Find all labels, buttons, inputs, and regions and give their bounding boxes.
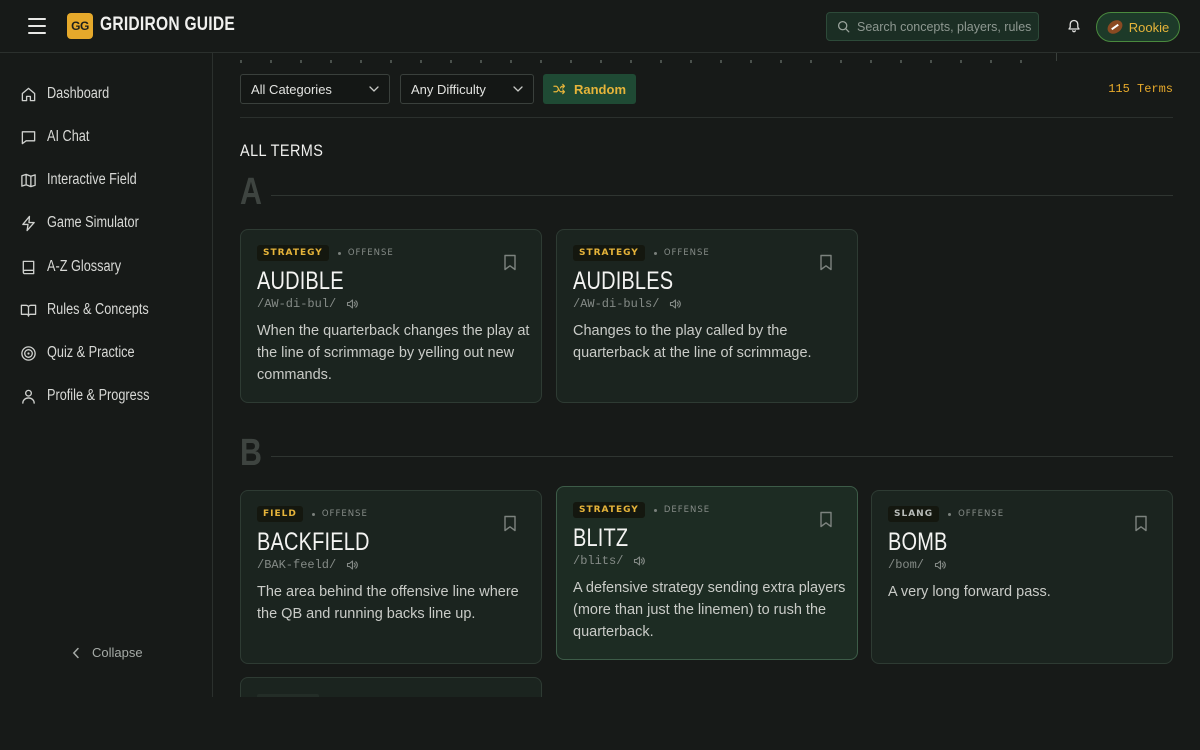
sidebar-item-label: A-Z Glossary: [47, 258, 122, 275]
category-badge: STRATEGY: [573, 502, 645, 518]
random-button[interactable]: Random: [543, 74, 636, 104]
top-bar: GG GRIDIRON GUIDE Rookie: [0, 0, 1200, 53]
lightning-icon: [22, 215, 35, 231]
collapse-label: Collapse: [92, 645, 143, 660]
term-title: BOMB: [888, 528, 948, 556]
brand-name[interactable]: GRIDIRON GUIDE: [100, 14, 235, 36]
category-badge: STRATEGY: [257, 245, 329, 261]
term-definition: A very long forward pass.: [888, 584, 1051, 600]
pronunciation: /BAK-feeld/: [257, 558, 337, 572]
open-book-icon: [20, 304, 37, 317]
sidebar-item-label: AI Chat: [47, 128, 90, 145]
shuffle-icon: [553, 83, 566, 95]
search-input[interactable]: [857, 19, 1037, 34]
term-definition: The area behind the offensive line where…: [257, 584, 519, 622]
term-card[interactable]: STRATEGY OFFENSE AUDIBLES /AW-di-buls/ C…: [556, 229, 858, 403]
sidebar-item-rules-concepts[interactable]: Rules & Concepts: [20, 298, 171, 322]
category-badge: STRATEGY: [573, 245, 645, 261]
letter-heading-b: B: [240, 432, 262, 474]
speaker-icon[interactable]: [346, 298, 359, 310]
bookmark-icon[interactable]: [819, 254, 833, 271]
side-tag: DEFENSE: [663, 505, 711, 515]
term-card-partial[interactable]: [240, 677, 542, 697]
collapse-button[interactable]: Collapse: [72, 645, 143, 660]
divider: [1056, 53, 1057, 61]
sidebar-item-label: Game Simulator: [47, 214, 139, 231]
map-icon: [21, 173, 36, 187]
term-card[interactable]: STRATEGY OFFENSE AUDIBLE /AW-di-bul/ Whe…: [240, 229, 542, 403]
pronunciation: /AW-di-bul/: [257, 297, 337, 311]
category-badge: FIELD: [257, 506, 303, 522]
user-level-label: Rookie: [1128, 19, 1170, 35]
speaker-icon[interactable]: [934, 559, 946, 571]
sidebar-item-label: Quiz & Practice: [47, 344, 135, 361]
speaker-icon[interactable]: [633, 555, 646, 567]
main-content: All Categories Any Difficulty Random 115…: [214, 53, 1200, 697]
category-select[interactable]: All Categories: [240, 74, 390, 104]
side-tag: OFFENSE: [321, 509, 368, 519]
user-icon: [22, 389, 35, 404]
sidebar-item-ai-chat[interactable]: AI Chat: [20, 125, 99, 149]
side-tag: OFFENSE: [958, 509, 1005, 519]
section-title: ALL TERMS: [240, 141, 324, 160]
term-definition: Changes to the play called by the quarte…: [573, 323, 812, 361]
sidebar-item-label: Rules & Concepts: [47, 301, 149, 318]
bell-icon[interactable]: [1066, 18, 1082, 34]
terms-count: 115 Terms: [1108, 82, 1173, 96]
sidebar-item-quiz-practice[interactable]: Quiz & Practice: [20, 341, 154, 365]
logo[interactable]: GG: [67, 13, 93, 39]
menu-icon[interactable]: [28, 18, 46, 34]
search-icon: [837, 20, 850, 33]
random-label: Random: [574, 81, 626, 97]
sidebar-item-game-simulator[interactable]: Game Simulator: [20, 211, 159, 235]
chevron-down-icon: [369, 86, 379, 92]
chevron-left-icon: [72, 647, 79, 658]
term-title: BLITZ: [573, 524, 629, 552]
divider: [271, 456, 1173, 457]
sidebar-item-glossary[interactable]: A-Z Glossary: [20, 255, 137, 279]
sidebar-item-interactive-field[interactable]: Interactive Field: [20, 168, 156, 192]
bookmark-icon[interactable]: [503, 515, 517, 532]
bookmark-icon[interactable]: [503, 254, 517, 271]
side-tag: OFFENSE: [663, 248, 710, 258]
speaker-icon[interactable]: [346, 559, 359, 571]
difficulty-select[interactable]: Any Difficulty: [400, 74, 534, 104]
sidebar-item-label: Dashboard: [47, 85, 110, 102]
difficulty-select-value: Any Difficulty: [411, 81, 486, 97]
target-icon: [21, 345, 36, 361]
term-card[interactable]: SLANG OFFENSE BOMB /bom/ A very long for…: [871, 490, 1173, 664]
pronunciation: /blits/: [573, 554, 624, 568]
category-badge: SLANG: [888, 506, 940, 522]
chevron-down-icon: [513, 86, 523, 92]
sidebar-item-label: Interactive Field: [47, 171, 137, 188]
sidebar: Dashboard AI Chat Interactive Field Game…: [0, 53, 213, 697]
user-level-button[interactable]: Rookie: [1096, 12, 1180, 42]
sidebar-item-profile-progress[interactable]: Profile & Progress: [20, 384, 172, 408]
alphabet-strip[interactable]: [240, 53, 1060, 81]
term-title: AUDIBLE: [257, 267, 344, 295]
divider: [271, 195, 1173, 196]
term-card[interactable]: FIELD OFFENSE BACKFIELD /BAK-feeld/ The …: [240, 490, 542, 664]
letter-heading-a: A: [240, 171, 262, 213]
term-title: AUDIBLES: [573, 267, 674, 295]
home-icon: [21, 87, 36, 101]
football-icon: [1104, 17, 1125, 37]
category-select-value: All Categories: [251, 81, 332, 97]
bookmark-icon[interactable]: [819, 511, 833, 528]
pronunciation: /AW-di-buls/: [573, 297, 660, 311]
sidebar-item-label: Profile & Progress: [47, 387, 150, 404]
search-box[interactable]: [826, 12, 1039, 41]
book-icon: [22, 260, 35, 274]
speaker-icon[interactable]: [669, 298, 682, 310]
term-title: BACKFIELD: [257, 528, 370, 556]
chat-icon: [21, 130, 36, 144]
term-card[interactable]: STRATEGY DEFENSE BLITZ /blits/ A defensi…: [556, 486, 858, 660]
side-tag: OFFENSE: [347, 248, 394, 258]
bookmark-icon[interactable]: [1134, 515, 1148, 532]
term-definition: When the quarterback changes the play at…: [257, 323, 530, 383]
term-definition: A defensive strategy sending extra playe…: [573, 580, 846, 640]
pronunciation: /bom/: [888, 558, 925, 572]
sidebar-item-dashboard[interactable]: Dashboard: [20, 82, 123, 106]
divider: [240, 117, 1173, 118]
